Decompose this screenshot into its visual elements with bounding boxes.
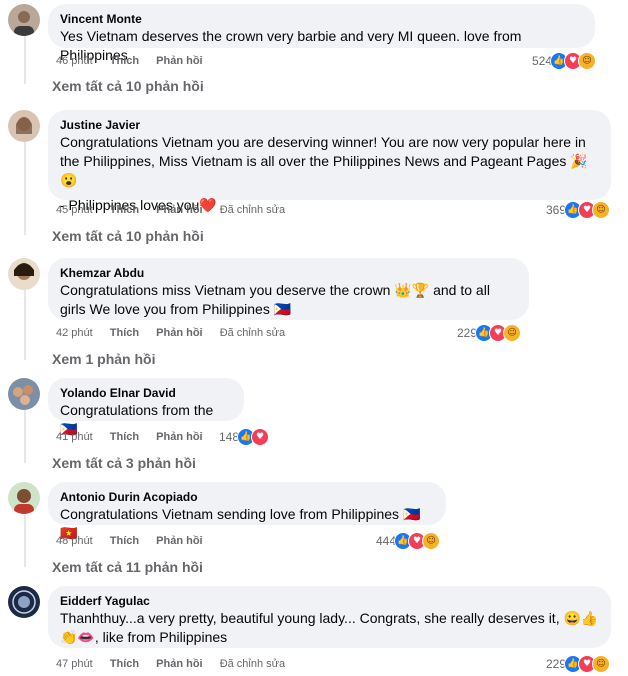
reaction-count: 369 [545, 203, 566, 217]
comment-bubble: Antonio Durin Acopiado Congratulations V… [48, 482, 446, 541]
reaction-summary[interactable]: 229 👍 ♥ ☺ [546, 655, 610, 673]
comment-actions: 48 phút Thích Phản hồi [56, 534, 217, 548]
comment-time[interactable]: 42 phút [56, 327, 93, 339]
comment-actions: 46 phút Thích Phản hồi [56, 54, 217, 68]
comment-author[interactable]: Justine Javier [60, 117, 599, 133]
care-icon: ☺ [422, 532, 441, 550]
comment-text: Thanhthuy...a very pretty, beautiful you… [60, 610, 599, 645]
avatar[interactable] [8, 258, 40, 290]
avatar[interactable] [8, 4, 40, 36]
care-icon: ☺ [592, 201, 610, 219]
reaction-summary[interactable]: 148 👍 ♥ [219, 428, 270, 446]
avatar[interactable] [8, 482, 40, 514]
comment-bubble: Eidderf Yagulac Thanhthuy...a very prett… [48, 586, 611, 648]
reaction-summary[interactable]: 369 👍 ♥ ☺ [546, 201, 610, 219]
comment-author[interactable]: Khemzar Abdu [60, 265, 517, 281]
avatar[interactable] [8, 110, 40, 142]
reply-button[interactable]: Phản hồi [156, 658, 202, 670]
reaction-summary[interactable]: 444 👍 ♥ ☺ [376, 532, 441, 550]
love-icon: ♥ [251, 428, 270, 446]
care-icon: ☺ [592, 655, 610, 673]
view-replies-link[interactable]: Xem 1 phản hồi [52, 351, 155, 367]
reaction-count: 229 [545, 657, 566, 671]
reaction-count: 229 [457, 326, 478, 340]
view-replies-link[interactable]: Xem tất cả 10 phản hồi [52, 78, 204, 94]
comment-actions: 42 phút Thích Phản hồi Đã chỉnh sửa [56, 326, 299, 340]
comment-time[interactable]: 47 phút [56, 658, 93, 670]
reaction-count: 524 [531, 54, 552, 68]
comment-text: Congratulations miss Vietnam you deserve… [60, 282, 490, 317]
comment-actions: 41 phút Thích Phản hồi [56, 430, 217, 444]
comment-actions: 47 phút Thích Phản hồi Đã chỉnh sửa [56, 657, 299, 671]
edited-label: Đã chỉnh sửa [219, 658, 286, 670]
comment-time[interactable]: 41 phút [56, 431, 93, 443]
reply-button[interactable]: Phản hồi [156, 431, 202, 443]
view-replies-link[interactable]: Xem tất cả 11 phản hồi [52, 559, 203, 575]
reaction-count: 148 [219, 430, 240, 444]
reaction-summary[interactable]: 229 👍 ♥ ☺ [457, 324, 522, 342]
like-button[interactable]: Thích [110, 327, 139, 339]
avatar[interactable] [8, 378, 40, 410]
care-icon: ☺ [578, 52, 596, 70]
comment-author[interactable]: Yolando Elnar David [60, 385, 232, 401]
comment-bubble: Yolando Elnar David Congratulations from… [48, 378, 244, 437]
comment-time[interactable]: 45 phút [56, 204, 93, 216]
like-button[interactable]: Thích [110, 431, 139, 443]
comment-text: Congratulations Vietnam you are deservin… [60, 134, 588, 188]
thread-line [24, 34, 26, 84]
view-replies-link[interactable]: Xem tất cả 10 phản hồi [52, 228, 204, 244]
reply-button[interactable]: Phản hồi [156, 55, 202, 67]
thread-line [24, 515, 26, 567]
comment-author[interactable]: Eidderf Yagulac [60, 593, 599, 609]
comment-bubble: Vincent Monte Yes Vietnam deserves the c… [48, 4, 595, 63]
reply-button[interactable]: Phản hồi [156, 204, 202, 216]
reaction-count: 444 [376, 534, 397, 548]
like-button[interactable]: Thích [110, 658, 139, 670]
reply-button[interactable]: Phản hồi [156, 535, 202, 547]
comment-time[interactable]: 48 phút [56, 535, 93, 547]
reaction-summary[interactable]: 524 👍 ♥ ☺ [532, 52, 596, 70]
edited-label: Đã chỉnh sửa [219, 204, 286, 216]
comment-bubble: Justine Javier Congratulations Vietnam y… [48, 110, 611, 213]
thread-line [24, 140, 26, 235]
like-button[interactable]: Thích [110, 535, 139, 547]
comment-author[interactable]: Vincent Monte [60, 11, 583, 27]
view-replies-link[interactable]: Xem tất cả 3 phản hồi [52, 455, 196, 471]
thread-line [24, 410, 26, 463]
avatar[interactable] [8, 586, 40, 618]
comment-actions: 45 phút Thích Phản hồi Đã chỉnh sửa [56, 203, 299, 217]
thread-line [24, 290, 26, 360]
like-button[interactable]: Thích [110, 55, 139, 67]
comment-author[interactable]: Antonio Durin Acopiado [60, 489, 434, 505]
like-button[interactable]: Thích [110, 204, 139, 216]
comment-bubble: Khemzar Abdu Congratulations miss Vietna… [48, 258, 529, 320]
care-icon: ☺ [503, 324, 522, 342]
comment-time[interactable]: 46 phút [56, 55, 93, 67]
reply-button[interactable]: Phản hồi [156, 327, 202, 339]
edited-label: Đã chỉnh sửa [219, 327, 286, 339]
